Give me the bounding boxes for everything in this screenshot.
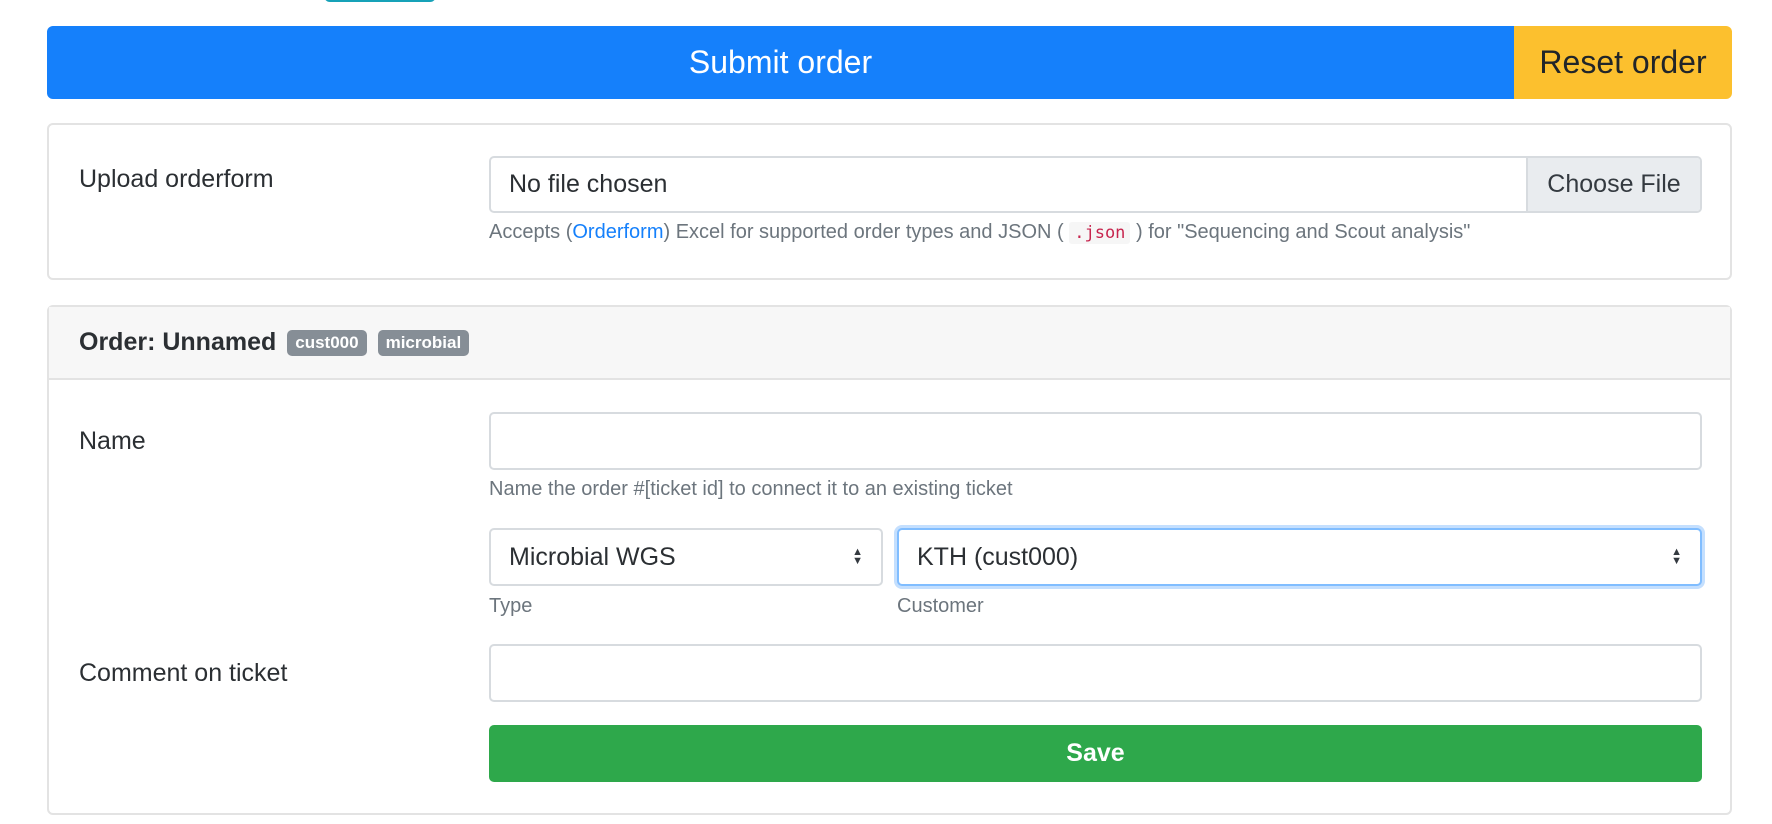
help-suffix: ) for "Sequencing and Scout analysis" bbox=[1135, 221, 1471, 243]
customer-badge: cust000 bbox=[287, 329, 367, 356]
help-prefix: Accepts ( bbox=[489, 221, 573, 243]
file-status-text: No file chosen bbox=[509, 170, 668, 198]
orderform-link[interactable]: Orderform bbox=[572, 221, 663, 243]
type-label: Type bbox=[489, 595, 533, 617]
upload-help-text: Accepts (Orderform) Excel for supported … bbox=[489, 221, 1470, 244]
order-type-value: Microbial WGS bbox=[509, 542, 676, 571]
json-code: .json bbox=[1069, 222, 1131, 244]
orderform-file-input[interactable]: No file chosen Choose File bbox=[489, 156, 1702, 213]
choose-file-button[interactable]: Choose File bbox=[1526, 158, 1700, 211]
name-help-text: Name the order #[ticket id] to connect i… bbox=[489, 478, 1013, 500]
order-card: Order: Unnamed cust000 microbial Name Na… bbox=[47, 305, 1732, 815]
save-button[interactable]: Save bbox=[489, 725, 1702, 782]
select-caret-icon: ▲ ▼ bbox=[1671, 546, 1682, 567]
order-name-input[interactable] bbox=[489, 412, 1702, 470]
order-title: Order: Unnamed bbox=[79, 328, 277, 356]
order-card-header: Order: Unnamed cust000 microbial bbox=[49, 307, 1730, 380]
customer-select[interactable]: KTH (cust000) ▲ ▼ bbox=[897, 528, 1702, 586]
submit-order-button[interactable]: Submit order bbox=[47, 26, 1514, 99]
help-mid: ) Excel for supported order types and JS… bbox=[663, 221, 1064, 243]
upload-card: Upload orderform No file chosen Choose F… bbox=[47, 123, 1732, 280]
customer-label: Customer bbox=[897, 595, 984, 617]
customer-value: KTH (cust000) bbox=[917, 542, 1079, 571]
order-type-select[interactable]: Microbial WGS ▲ ▼ bbox=[489, 528, 883, 586]
comment-input[interactable] bbox=[489, 644, 1702, 702]
upload-orderform-label: Upload orderform bbox=[79, 165, 274, 193]
type-badge: microbial bbox=[377, 329, 470, 356]
order-actions: Submit order Reset order bbox=[47, 26, 1732, 99]
reset-order-button[interactable]: Reset order bbox=[1514, 26, 1732, 99]
partial-tab-top bbox=[324, 0, 436, 2]
select-caret-icon: ▲ ▼ bbox=[852, 546, 863, 567]
name-label: Name bbox=[79, 427, 146, 455]
comment-label: Comment on ticket bbox=[79, 659, 288, 687]
